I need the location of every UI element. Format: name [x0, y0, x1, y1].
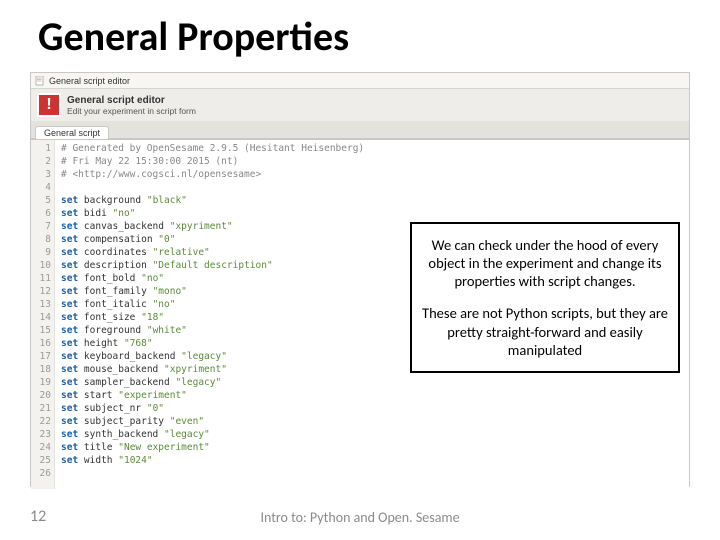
exclamation-icon: ! [37, 93, 61, 117]
window-titlebar: General script editor [31, 73, 689, 89]
callout-box: We can check under the hood of every obj… [410, 222, 680, 373]
editor-header: ! General script editor Edit your experi… [31, 89, 689, 121]
tab-general-script[interactable]: General script [35, 126, 109, 139]
editor-header-subtitle: Edit your experiment in script form [67, 106, 196, 116]
editor-header-title: General script editor [67, 95, 196, 106]
editor-header-text: General script editor Edit your experime… [67, 95, 196, 116]
line-gutter: 1234567891011121314151617181920212223242… [31, 140, 55, 489]
document-icon [35, 76, 45, 86]
footer-text: Intro to: Python and Open. Sesame [0, 509, 720, 526]
callout-para-2: These are not Python scripts, but they a… [422, 304, 668, 358]
tabbar: General script [31, 121, 689, 139]
window-title: General script editor [49, 76, 130, 86]
slide-title: General Properties [38, 12, 349, 61]
callout-para-1: We can check under the hood of every obj… [422, 236, 668, 290]
